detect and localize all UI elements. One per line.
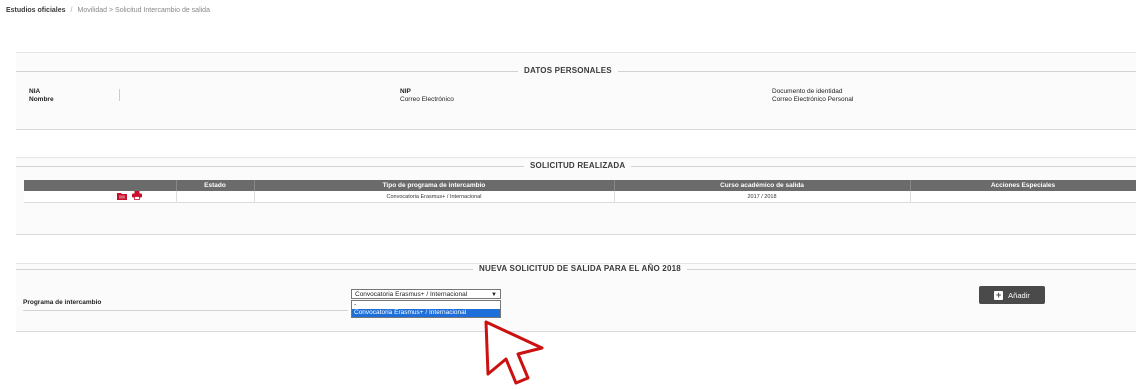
personal-data-legend: DATOS PERSONALES bbox=[518, 66, 618, 75]
request-made-legend: SOLICITUD REALIZADA bbox=[524, 161, 632, 170]
chevron-down-icon: ▼ bbox=[491, 292, 497, 298]
new-request-panel: NUEVA SOLICITUD DE SALIDA PARA EL AÑO 20… bbox=[16, 263, 1136, 332]
row-estado-cell bbox=[176, 191, 255, 203]
select-value: Convocatoria Erasmus+ / Internacional bbox=[355, 291, 468, 298]
row-curso-cell: 2017 / 2018 bbox=[614, 191, 911, 203]
print-icon[interactable] bbox=[132, 191, 143, 202]
programa-dropdown-list: - Convocatoria Erasmus+ / Internacional bbox=[351, 300, 501, 318]
table-header-row: Estado Tipo de programa de intercambio C… bbox=[24, 180, 1136, 191]
new-request-legend: NUEVA SOLICITUD DE SALIDA PARA EL AÑO 20… bbox=[473, 264, 687, 273]
col-header-tipo: Tipo de programa de intercambio bbox=[254, 180, 615, 191]
col-header-curso: Curso académico de salida bbox=[614, 180, 911, 191]
breadcrumb-path: Movilidad > Solicitud Intercambio de sal… bbox=[77, 7, 210, 14]
col-header-icons bbox=[24, 180, 177, 191]
col-header-estado: Estado bbox=[176, 180, 255, 191]
documento-label: Documento de identidad bbox=[772, 88, 843, 95]
breadcrumb-root[interactable]: Estudios oficiales bbox=[6, 7, 66, 14]
field-divider bbox=[119, 89, 120, 101]
plus-icon: + bbox=[994, 289, 1004, 300]
request-made-panel: SOLICITUD REALIZADA Estado Tipo de progr… bbox=[16, 157, 1136, 235]
correo-personal-label: Correo Electrónico Personal bbox=[772, 95, 854, 103]
requests-table: Estado Tipo de programa de intercambio C… bbox=[24, 180, 1136, 203]
add-button[interactable]: + Añadir bbox=[979, 286, 1045, 304]
dropdown-option-selected[interactable]: Convocatoria Erasmus+ / Internacional bbox=[352, 309, 500, 317]
dropdown-option[interactable]: - bbox=[352, 301, 500, 309]
nip-label: NIP bbox=[400, 88, 411, 95]
nombre-label: Nombre bbox=[29, 95, 54, 103]
nia-field: NIA Nombre bbox=[29, 88, 54, 103]
nip-field: NIP Correo Electrónico bbox=[400, 88, 454, 103]
pointer-cursor-icon bbox=[480, 320, 550, 390]
breadcrumb: Estudios oficiales / Movilidad > Solicitud… bbox=[6, 7, 210, 14]
nia-label: NIA bbox=[29, 88, 41, 95]
row-tipo-cell: Convocatoria Erasmus+ / Internacional bbox=[254, 191, 615, 203]
breadcrumb-separator: / bbox=[70, 7, 73, 14]
add-button-label: Añadir bbox=[1008, 290, 1030, 300]
programa-label: Programa de intercambio bbox=[23, 299, 102, 306]
table-row: Convocatoria Erasmus+ / Internacional 20… bbox=[24, 191, 1136, 203]
field-underline bbox=[23, 310, 348, 311]
personal-data-panel: DATOS PERSONALES NIA Nombre NIP Correo E… bbox=[16, 52, 1136, 130]
row-acciones-cell bbox=[910, 191, 1136, 203]
row-actions-cell bbox=[24, 191, 177, 203]
programa-select[interactable]: Convocatoria Erasmus+ / Internacional ▼ bbox=[351, 289, 501, 299]
documento-field: Documento de identidad Correo Electrónic… bbox=[772, 88, 853, 103]
correo-label: Correo Electrónico bbox=[400, 95, 454, 103]
col-header-acciones: Acciones Especiales bbox=[910, 180, 1136, 191]
folder-icon[interactable] bbox=[117, 192, 128, 202]
